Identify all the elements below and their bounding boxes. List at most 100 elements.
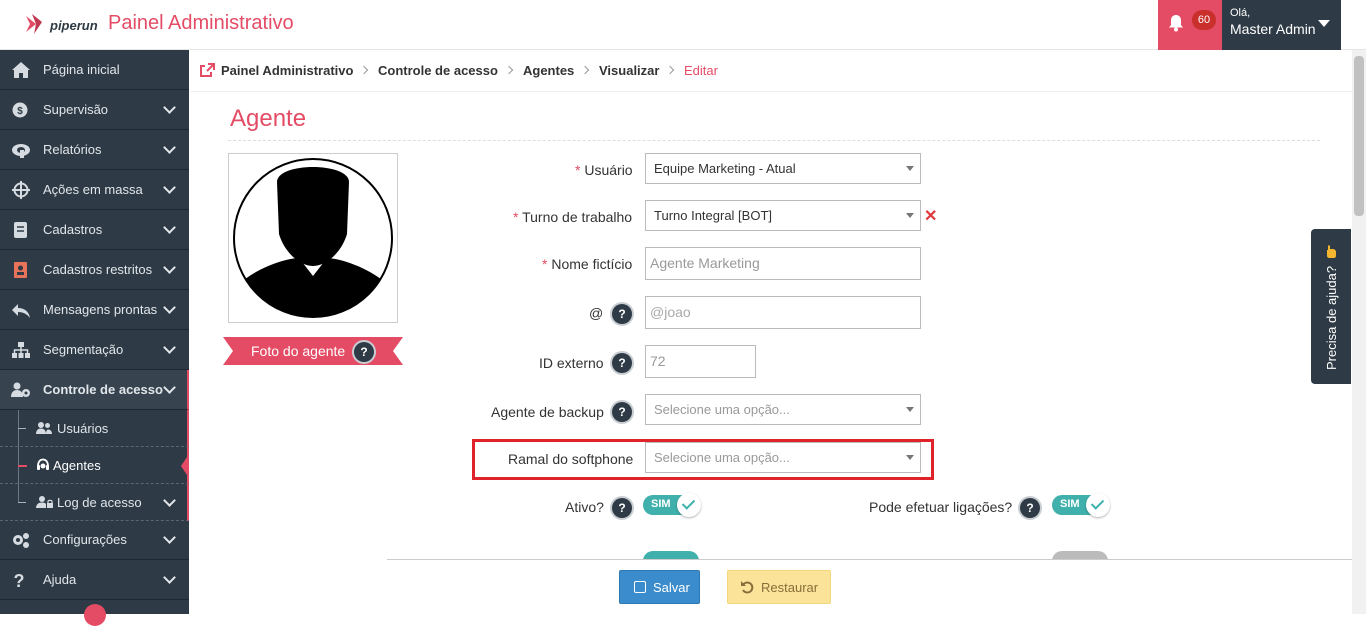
app-title: Painel Administrativo (108, 12, 294, 34)
help-icon[interactable]: ? (612, 498, 632, 518)
tree-dash (18, 465, 27, 467)
chevron-right-icon (665, 65, 675, 75)
notifications-button[interactable]: 60 (1158, 0, 1222, 50)
chevron-down-icon (163, 261, 176, 274)
breadcrumb-controle-de-acesso[interactable]: Controle de acesso (378, 63, 498, 78)
crosshair-icon (12, 181, 30, 199)
breadcrumb-painel[interactable]: Painel Administrativo (221, 63, 353, 78)
save-button[interactable]: Salvar (619, 570, 700, 604)
reports-icon (12, 144, 30, 158)
toggle-knob (677, 493, 701, 517)
svg-text:$: $ (17, 106, 23, 117)
tree-dash (18, 428, 26, 429)
user-menu[interactable]: Olá, Master Admin (1222, 0, 1341, 50)
caret-down-icon (1318, 20, 1330, 27)
headset-icon (37, 458, 49, 470)
sidebar-item-pagina-inicial[interactable]: Página inicial (0, 50, 189, 90)
sidebar-item-mensagens-prontas[interactable]: Mensagens prontas (0, 290, 189, 330)
chevron-right-icon (504, 65, 514, 75)
gears-icon (13, 533, 29, 548)
sidebar-item-cadastros[interactable]: Cadastros (0, 210, 189, 250)
tree-dash (18, 502, 26, 503)
chevron-down-icon (163, 221, 176, 234)
undo-icon (741, 581, 754, 594)
sidebar-item-supervisao[interactable]: $ Supervisão (0, 90, 189, 130)
save-label: Salvar (653, 580, 690, 595)
help-icon[interactable]: ? (612, 402, 632, 422)
ligacoes-toggle[interactable]: SIM (1052, 493, 1110, 517)
check-icon (681, 496, 696, 510)
help-icon[interactable]: ? (612, 304, 632, 324)
breadcrumb-agentes[interactable]: Agentes (523, 63, 574, 78)
top-bar: piperun Painel Administrativo 60 Olá, Ma… (0, 0, 1366, 50)
user-lock-icon (36, 496, 53, 508)
sidebar-subitem-log-de-acesso[interactable]: Log de acesso (0, 484, 189, 521)
restore-button[interactable]: Restaurar (727, 570, 831, 604)
caret-down-icon (906, 455, 914, 460)
ramal-label: Ramal do softphone (508, 451, 634, 467)
scrollbar-thumb[interactable] (1354, 56, 1364, 216)
sidebar-item-label: Segmentação (43, 342, 124, 357)
piperun-logo[interactable]: piperun (24, 10, 104, 40)
chevron-down-icon (163, 531, 176, 544)
sitemap-icon (12, 342, 30, 358)
help-icon[interactable]: ? (1020, 498, 1040, 518)
sidebar-subitem-usuarios[interactable]: Usuários (0, 410, 189, 447)
sidebar-subitem-label: Agentes (53, 458, 101, 473)
sidebar-item-relatorios[interactable]: Relatórios (0, 130, 189, 170)
active-indicator (181, 454, 189, 478)
tree-line (18, 484, 19, 502)
sidebar-item-label: Supervisão (43, 102, 109, 117)
usuario-value: Equipe Marketing - Atual (654, 161, 796, 176)
sidebar-item-segmentacao[interactable]: Segmentação (0, 330, 189, 370)
turno-value: Turno Integral [BOT] (654, 208, 773, 223)
id-externo-input[interactable]: 72 (645, 345, 756, 378)
turno-select[interactable]: Turno Integral [BOT] (645, 200, 921, 231)
chevron-right-icon (359, 65, 369, 75)
sidebar-item-label: Cadastros (43, 222, 103, 237)
nome-label: * Nome fictício (542, 256, 633, 272)
notification-count-badge: 60 (1192, 10, 1216, 30)
chevron-down-icon (163, 381, 176, 394)
title-divider (228, 140, 1320, 141)
sidebar-subitem-label: Log de acesso (57, 495, 142, 510)
ativo-toggle[interactable]: SIM (643, 493, 701, 517)
help-icon[interactable]: ? (354, 342, 374, 362)
breadcrumb: Painel Administrativo Controle de acesso… (190, 50, 1352, 92)
agent-photo[interactable] (228, 153, 398, 323)
svg-text:piperun: piperun (49, 18, 98, 33)
avatar-placeholder-icon (233, 158, 393, 318)
users-cog-icon (11, 382, 30, 397)
user-greeting: Olá, (1230, 7, 1251, 19)
help-icon[interactable]: ? (612, 353, 632, 373)
sidebar-item-cadastros-restritos[interactable]: Cadastros restritos (0, 250, 189, 290)
nome-input[interactable]: Agente Marketing (645, 247, 921, 280)
clear-icon[interactable]: ✕ (924, 206, 937, 226)
caret-down-icon (906, 166, 914, 171)
bell-icon (1169, 15, 1183, 32)
backup-select[interactable]: Selecione uma opção... (645, 394, 921, 425)
sidebar-item-label: Ações em massa (43, 182, 143, 197)
sidebar-item-controle-de-acesso[interactable]: Controle de acesso (0, 370, 189, 410)
backup-label: Agente de backup (491, 404, 604, 420)
sidebar-item-label: Página inicial (43, 62, 120, 77)
sidebar-item-configuracoes[interactable]: Configurações (0, 520, 189, 560)
ramal-select[interactable]: Selecione uma opção... (645, 442, 921, 473)
hand-icon (1327, 245, 1336, 258)
sidebar-subitem-agentes[interactable]: Agentes (0, 447, 189, 484)
users-icon (36, 422, 52, 434)
toggle-knob (1086, 493, 1110, 517)
breadcrumb-visualizar[interactable]: Visualizar (599, 63, 659, 78)
supervision-icon: $ (12, 102, 28, 118)
home-icon (12, 62, 30, 78)
sidebar-item-ajuda[interactable]: ? Ajuda (0, 560, 189, 600)
sidebar-item-label: Configurações (43, 532, 127, 547)
restricted-icon (14, 262, 27, 278)
at-input[interactable]: @joao (645, 296, 921, 329)
photo-label: Foto do agente (251, 343, 346, 359)
help-tab[interactable]: Precisa de ajuda? (1311, 229, 1351, 384)
check-square-icon (634, 581, 646, 593)
usuario-label: * Usuário (575, 162, 633, 178)
sidebar-item-acoes-em-massa[interactable]: Ações em massa (0, 170, 189, 210)
usuario-select[interactable]: Equipe Marketing - Atual (645, 153, 921, 184)
